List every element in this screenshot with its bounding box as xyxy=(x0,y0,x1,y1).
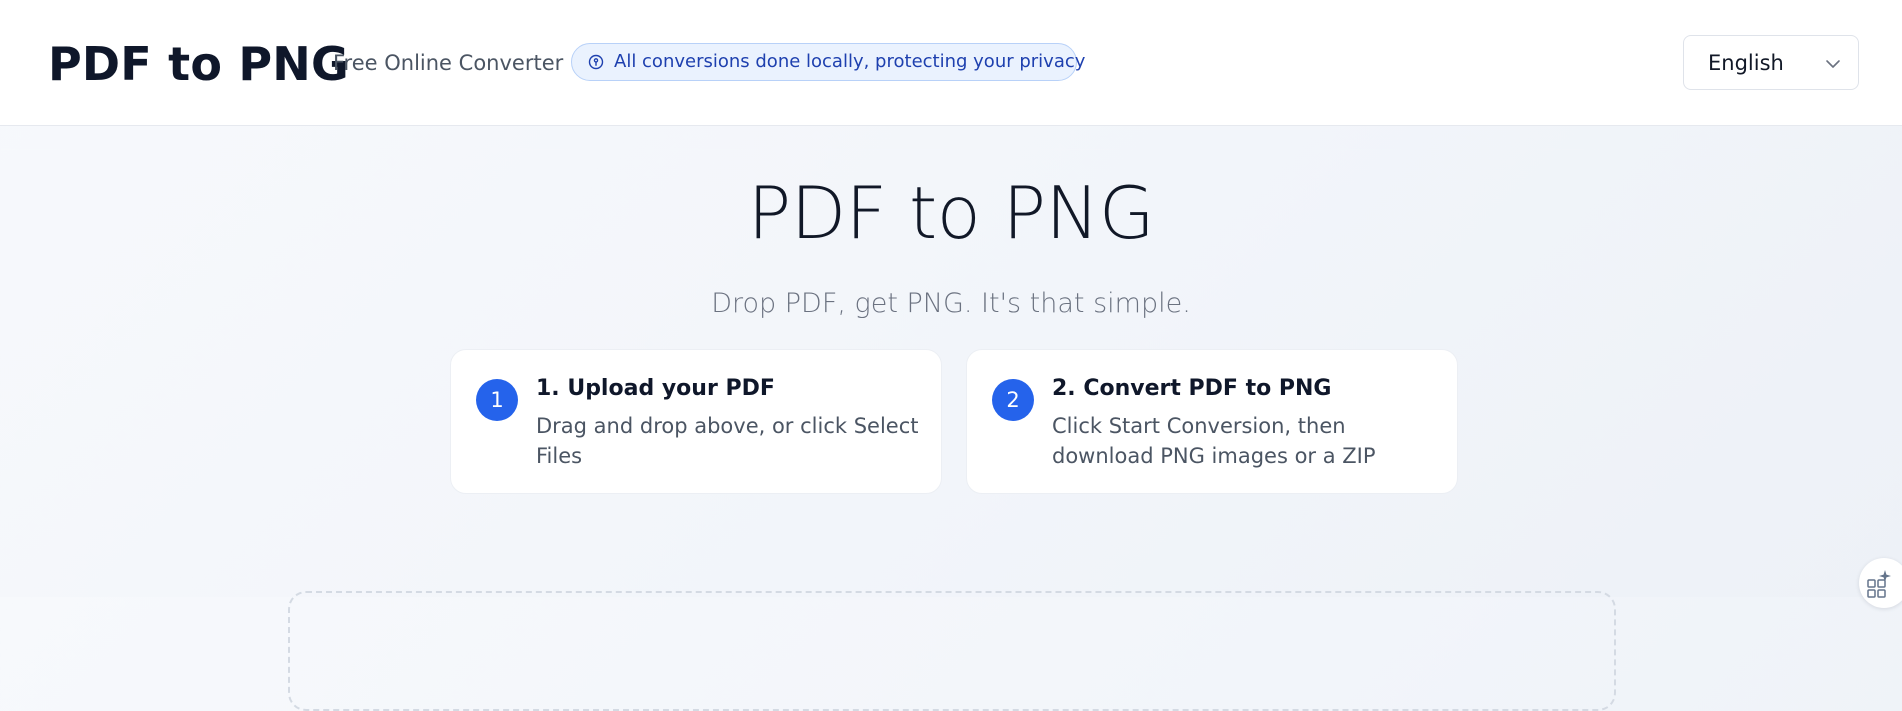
apps-sparkle-icon xyxy=(1867,570,1891,598)
page-title: PDF to PNG xyxy=(747,171,1155,255)
step-title: 2. Convert PDF to PNG xyxy=(1052,376,1332,401)
step-card-convert: 2 2. Convert PDF to PNG Click Start Conv… xyxy=(966,349,1458,494)
site-header: PDF to PNG Free Online Converter All con… xyxy=(0,0,1902,126)
step-number-badge: 2 xyxy=(992,379,1034,421)
chevron-down-icon xyxy=(1824,55,1842,73)
pdf-drop-zone[interactable] xyxy=(288,591,1616,711)
step-description: Drag and drop above, or click Select Fil… xyxy=(536,414,919,468)
step-card-upload: 1 1. Upload your PDF Drag and drop above… xyxy=(450,349,942,494)
step-number-badge: 1 xyxy=(476,379,518,421)
site-logo[interactable]: PDF to PNG xyxy=(48,34,349,94)
page-subtitle: Drop PDF, get PNG. It's that simple. xyxy=(711,288,1191,319)
privacy-badge: All conversions done locally, protecting… xyxy=(571,43,1085,81)
language-select-value: English xyxy=(1708,50,1784,75)
site-tagline: Free Online Converter xyxy=(333,51,564,75)
step-description: Click Start Conversion, then download PN… xyxy=(1052,414,1376,468)
floating-apps-button[interactable] xyxy=(1859,558,1902,608)
step-title: 1. Upload your PDF xyxy=(536,376,775,401)
privacy-lock-icon xyxy=(588,54,604,70)
privacy-badge-text: All conversions done locally, protecting… xyxy=(614,51,1086,72)
language-select[interactable]: English xyxy=(1683,35,1859,90)
